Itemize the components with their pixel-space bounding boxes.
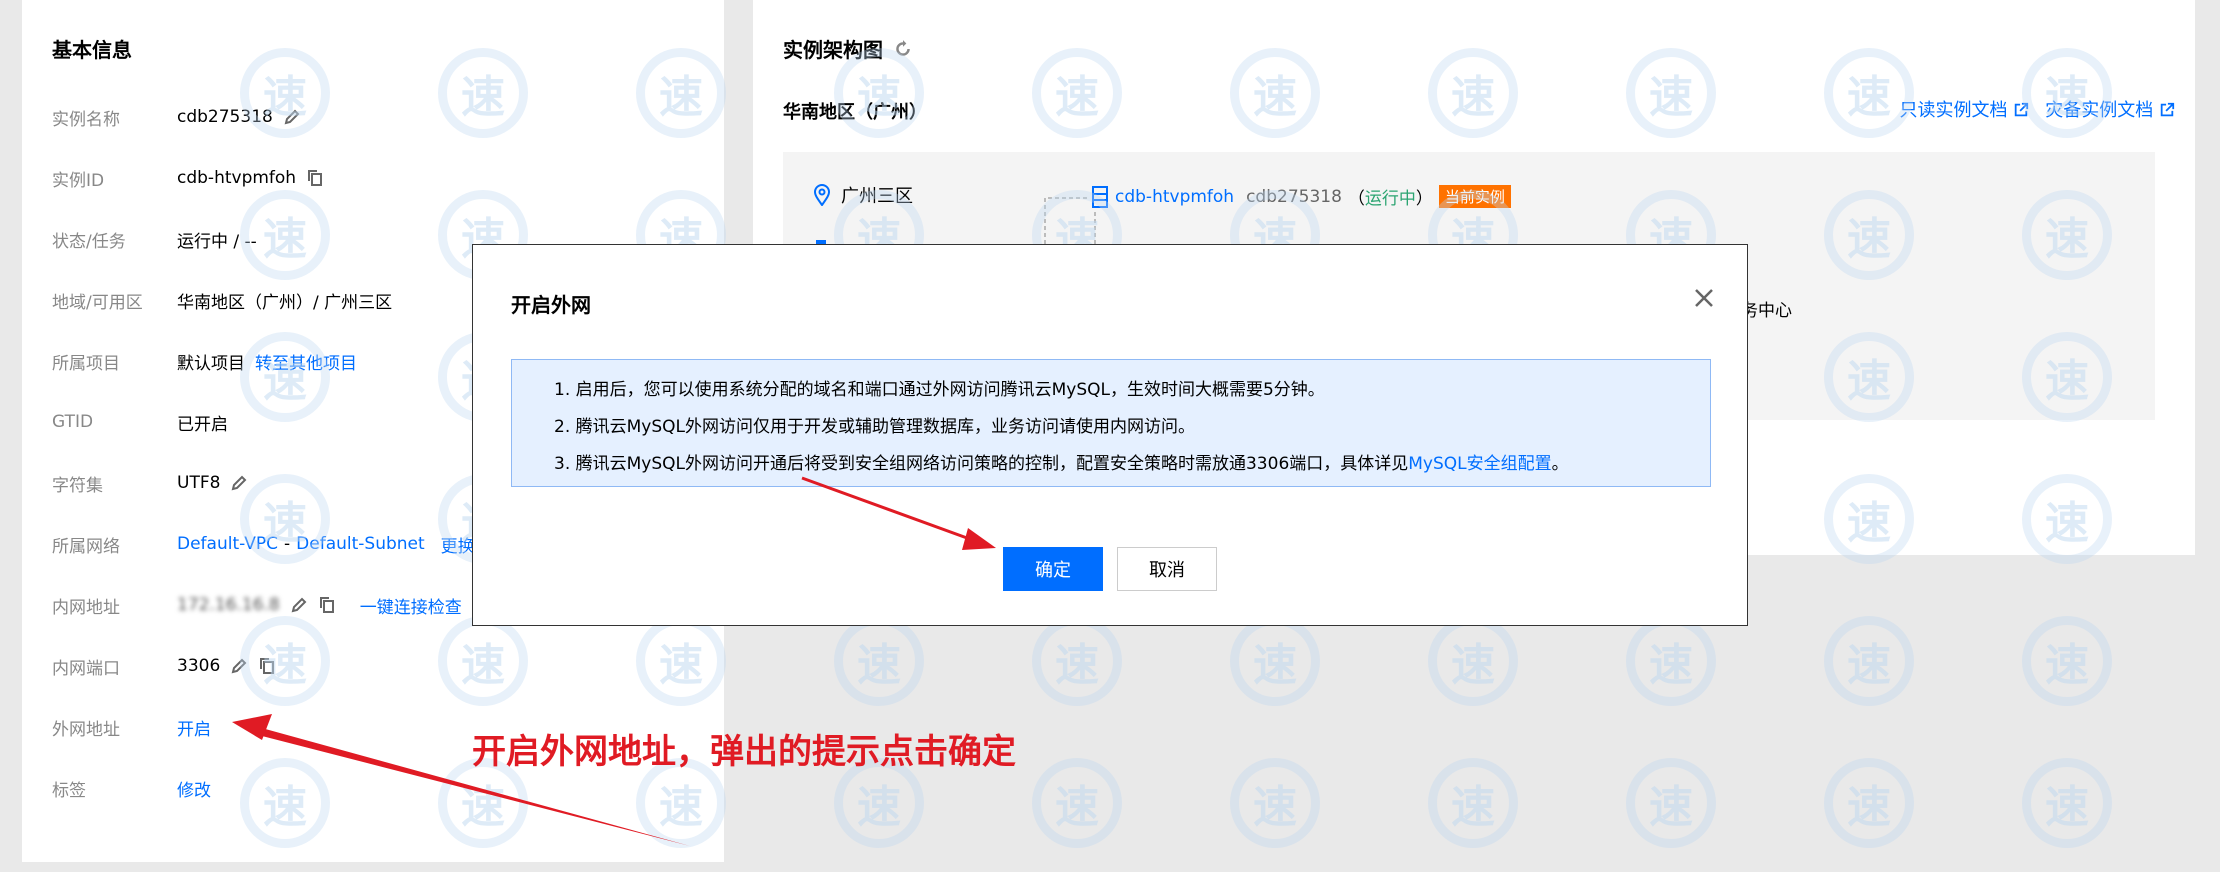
watermark-char: 速 [1626, 616, 1716, 706]
connection-check-link[interactable]: 一键连接检查 [360, 593, 462, 618]
label: 外网地址 [52, 719, 120, 740]
refresh-icon[interactable] [893, 39, 913, 59]
watermark-char: 速 [1230, 758, 1320, 848]
watermark-char: 速 [1428, 758, 1518, 848]
external-link-icon [2160, 102, 2175, 117]
edit-icon[interactable] [283, 108, 301, 126]
instance-node[interactable]: cdb-htvpmfoh cdb275318 （ 运行中 ） 当前实例 [1091, 184, 1511, 209]
status-value: 运行中 / -- [177, 231, 257, 252]
watermark-char: 速 [2022, 616, 2112, 706]
security-group-link[interactable]: MySQL安全组配置 [1408, 454, 1551, 474]
watermark-char: 速 [1626, 758, 1716, 848]
instance-name-value: cdb275318 [177, 107, 273, 127]
row-instance-id: 实例ID cdb-htvpmfoh [52, 163, 324, 193]
edit-icon[interactable] [290, 596, 308, 614]
label: 所属网络 [52, 536, 120, 557]
label: 状态/任务 [52, 231, 126, 252]
project-value: 默认项目 [177, 353, 245, 374]
edit-icon[interactable] [230, 657, 248, 675]
row-instance-name: 实例名称 cdb275318 [52, 102, 301, 132]
annotation-text: 开启外网地址，弹出的提示点击确定 [472, 732, 1016, 772]
label: 字符集 [52, 475, 103, 496]
gtid-value: 已开启 [177, 414, 228, 435]
tip-line-2: 2. 腾讯云MySQL外网访问仅用于开发或辅助管理数据库，业务访问请使用内网访问… [554, 417, 1195, 437]
charset-value: UTF8 [177, 473, 221, 493]
watermark-char: 速 [1032, 758, 1122, 848]
edit-icon[interactable] [230, 474, 248, 492]
cancel-button[interactable]: 取消 [1117, 547, 1217, 591]
watermark-char: 速 [1230, 616, 1320, 706]
close-icon[interactable] [1691, 285, 1717, 311]
label: 实例ID [52, 170, 105, 191]
disaster-doc-link[interactable]: 灾备实例文档 [2045, 96, 2175, 122]
label: 地域/可用区 [52, 292, 143, 313]
architecture-header: 实例架构图 [783, 34, 913, 63]
watermark-char: 速 [1824, 758, 1914, 848]
row-project: 所属项目 默认项目 转至其他项目 [52, 346, 357, 376]
label: GTID [52, 412, 94, 432]
database-icon [1092, 185, 1108, 208]
label: 标签 [52, 780, 86, 801]
row-public-address: 外网地址 开启 [52, 712, 211, 742]
row-region: 地域/可用区 华南地区（广州）/ 广州三区 [52, 285, 392, 315]
instance-id-value: cdb-htvpmfoh [177, 168, 297, 188]
basic-info-title: 基本信息 [52, 38, 132, 62]
current-instance-badge: 当前实例 [1438, 185, 1511, 208]
label: 所属项目 [52, 353, 120, 374]
enable-public-dialog: 开启外网 1. 启用后，您可以使用系统分配的域名和端口通过外网访问腾讯云MySQ… [472, 244, 1748, 626]
vpc-link[interactable]: Default-VPC [177, 534, 278, 554]
private-address-value: 172.16.16.8 [177, 595, 280, 615]
paren-close: ） [1415, 189, 1433, 209]
subnet-link[interactable]: Default-Subnet [296, 534, 425, 554]
network-separator: - [284, 534, 291, 554]
paren-open: （ [1347, 189, 1365, 209]
row-private-port: 内网端口 3306 [52, 651, 276, 681]
instance-id-link[interactable]: cdb-htvpmfoh [1115, 187, 1234, 207]
instance-name-text: cdb275318 [1246, 186, 1342, 207]
tip-box: 1. 启用后，您可以使用系统分配的域名和端口通过外网访问腾讯云MySQL，生效时… [511, 359, 1711, 487]
copy-icon[interactable] [306, 169, 324, 187]
label: 内网地址 [52, 597, 120, 618]
architecture-title: 实例架构图 [783, 38, 883, 62]
row-network: 所属网络 Default-VPC - Default-Subnet 更换网 [52, 529, 492, 559]
change-project-link[interactable]: 转至其他项目 [255, 349, 357, 374]
enable-public-link[interactable]: 开启 [177, 715, 211, 740]
running-status: 运行中 [1364, 189, 1416, 209]
tip-line-3: 3. 腾讯云MySQL外网访问开通后将受到安全组网络访问策略的控制，配置安全策略… [554, 446, 1710, 483]
row-charset: 字符集 UTF8 [52, 468, 248, 498]
row-gtid: GTID 已开启 [52, 407, 228, 437]
tip-line-1: 1. 启用后，您可以使用系统分配的域名和端口通过外网访问腾讯云MySQL，生效时… [554, 380, 1325, 400]
doc-links: 只读实例文档 灾备实例文档 [1900, 96, 2175, 122]
tip-line-3-text: 3. 腾讯云MySQL外网访问开通后将受到安全组网络访问策略的控制，配置安全策略… [554, 454, 1409, 474]
watermark-char: 速 [1428, 616, 1518, 706]
partial-text: 务中心 [1741, 301, 1792, 321]
readonly-doc-label: 只读实例文档 [1899, 100, 2008, 121]
row-private-address: 内网地址 172.16.16.8 一键连接检查 [52, 590, 462, 620]
private-port-value: 3306 [177, 656, 221, 676]
copy-icon[interactable] [258, 657, 276, 675]
external-link-icon [2015, 102, 2029, 117]
watermark-char: 速 [1824, 616, 1914, 706]
label: 实例名称 [52, 109, 120, 130]
row-tags: 标签 修改 [52, 773, 211, 803]
region-value: 华南地区（广州）/ 广州三区 [177, 292, 393, 313]
edit-tags-link[interactable]: 修改 [177, 776, 211, 801]
tip-line-3-end: 。 [1551, 454, 1569, 474]
watermark-char: 速 [1032, 616, 1122, 706]
watermark-char: 速 [834, 616, 924, 706]
row-status: 状态/任务 运行中 / -- [52, 224, 257, 254]
dialog-title: 开启外网 [511, 293, 591, 317]
label: 内网端口 [52, 658, 120, 679]
confirm-button[interactable]: 确定 [1003, 547, 1103, 591]
watermark-char: 速 [2022, 758, 2112, 848]
region-title: 华南地区（广州） [783, 102, 927, 123]
readonly-doc-link[interactable]: 只读实例文档 [1900, 96, 2030, 122]
copy-icon[interactable] [318, 596, 336, 614]
disaster-doc-label: 灾备实例文档 [2045, 100, 2154, 121]
